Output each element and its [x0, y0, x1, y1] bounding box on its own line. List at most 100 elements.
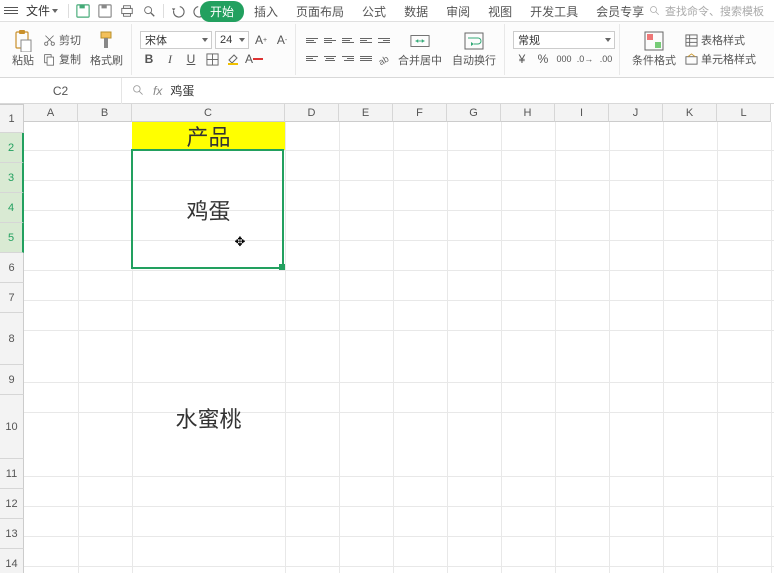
- column-header-k[interactable]: K: [663, 104, 717, 122]
- paste-button[interactable]: 粘贴: [8, 29, 38, 70]
- tab-formula[interactable]: 公式: [354, 0, 394, 23]
- number-format-select[interactable]: 常规: [513, 31, 615, 49]
- align-bottom-icon[interactable]: [340, 33, 356, 49]
- font-name-select[interactable]: 宋体: [140, 31, 212, 49]
- save-icon[interactable]: [73, 2, 93, 20]
- column-header-e[interactable]: E: [339, 104, 393, 122]
- ribbon-group-number: 常规 ¥ % 000 .0→ .00: [509, 24, 620, 75]
- cut-button[interactable]: 剪切: [40, 31, 84, 49]
- tab-member[interactable]: 会员专享: [588, 0, 652, 23]
- ribbon-group-font: 宋体 24 A+ A- B I U A: [136, 24, 296, 75]
- hamburger-icon[interactable]: [4, 4, 18, 18]
- border-button[interactable]: [203, 50, 221, 68]
- row-header-6[interactable]: 6: [0, 253, 24, 283]
- align-top-icon[interactable]: [304, 33, 320, 49]
- tab-start[interactable]: 开始: [200, 1, 244, 22]
- column-header-l[interactable]: L: [717, 104, 771, 122]
- align-right-icon[interactable]: [340, 51, 356, 67]
- column-header-i[interactable]: I: [555, 104, 609, 122]
- underline-button[interactable]: U: [182, 50, 200, 68]
- table-icon: [685, 34, 698, 47]
- italic-button[interactable]: I: [161, 50, 179, 68]
- formula-value[interactable]: 鸡蛋: [170, 82, 194, 99]
- column-header-g[interactable]: G: [447, 104, 501, 122]
- ribbon-group-clipboard: 粘贴 剪切 复制 格式刷: [4, 24, 132, 75]
- align-left-icon[interactable]: [304, 51, 320, 67]
- cells-area[interactable]: 产品 鸡蛋 水蜜桃 ✥: [24, 122, 774, 573]
- row-header-14[interactable]: 14: [0, 549, 24, 573]
- svg-text:ab: ab: [378, 53, 390, 64]
- decrease-font-icon[interactable]: A-: [273, 31, 291, 49]
- brush-icon: [97, 31, 117, 51]
- fill-handle[interactable]: [279, 264, 285, 270]
- increase-font-icon[interactable]: A+: [252, 31, 270, 49]
- cell-c8-c11-merged[interactable]: 水蜜桃: [132, 330, 285, 506]
- justify-icon[interactable]: [358, 51, 374, 67]
- name-box[interactable]: C2: [0, 78, 122, 104]
- row-header-4[interactable]: 4: [0, 193, 24, 223]
- indent-increase-icon[interactable]: [376, 33, 392, 49]
- row-header-3[interactable]: 3: [0, 163, 24, 193]
- wrap-text-button[interactable]: 自动换行: [448, 29, 500, 70]
- file-menu[interactable]: 文件: [20, 2, 64, 19]
- spreadsheet-grid[interactable]: 1234567891011121314 ABCDEFGHIJKL 产品 鸡蛋 水…: [0, 104, 774, 573]
- column-header-a[interactable]: A: [24, 104, 78, 122]
- format-painter-button[interactable]: 格式刷: [86, 29, 127, 70]
- fx-label[interactable]: fx: [153, 84, 162, 98]
- table-style-button[interactable]: 表格样式: [682, 31, 759, 49]
- copy-icon: [43, 53, 56, 66]
- row-header-11[interactable]: 11: [0, 459, 24, 489]
- row-header-12[interactable]: 12: [0, 489, 24, 519]
- row-header-2[interactable]: 2: [0, 133, 24, 163]
- column-header-h[interactable]: H: [501, 104, 555, 122]
- merge-icon: [410, 31, 430, 51]
- row-header-1[interactable]: 1: [0, 105, 24, 133]
- row-header-7[interactable]: 7: [0, 283, 24, 313]
- copy-button[interactable]: 复制: [40, 50, 84, 68]
- conditional-format-button[interactable]: 条件格式: [628, 29, 680, 70]
- number-format-value: 常规: [518, 32, 540, 48]
- row-header-5[interactable]: 5: [0, 223, 24, 253]
- font-size-select[interactable]: 24: [215, 31, 249, 49]
- search-icon: [649, 5, 661, 17]
- align-middle-icon[interactable]: [322, 33, 338, 49]
- orientation-icon[interactable]: ab: [376, 51, 392, 67]
- tab-dev[interactable]: 开发工具: [522, 0, 586, 23]
- tab-layout[interactable]: 页面布局: [288, 0, 352, 23]
- row-header-10[interactable]: 10: [0, 395, 24, 459]
- font-color-button[interactable]: A: [245, 50, 263, 68]
- tab-view[interactable]: 视图: [480, 0, 520, 23]
- thousands-icon[interactable]: 000: [555, 50, 573, 68]
- merge-center-button[interactable]: 合并居中: [394, 29, 446, 70]
- tab-review[interactable]: 审阅: [438, 0, 478, 23]
- column-header-f[interactable]: F: [393, 104, 447, 122]
- print-preview-icon[interactable]: [139, 2, 159, 20]
- search-box[interactable]: 查找命令、搜索模板: [649, 3, 764, 19]
- row-header-8[interactable]: 8: [0, 313, 24, 365]
- undo-icon[interactable]: [168, 2, 188, 20]
- decrease-decimal-icon[interactable]: .00: [597, 50, 615, 68]
- tab-data[interactable]: 数据: [396, 0, 436, 23]
- increase-decimal-icon[interactable]: .0→: [576, 50, 594, 68]
- currency-icon[interactable]: ¥: [513, 50, 531, 68]
- tab-insert[interactable]: 插入: [246, 0, 286, 23]
- cell-c1[interactable]: 产品: [132, 122, 285, 150]
- cell-style-button[interactable]: 单元格样式: [682, 50, 759, 68]
- indent-decrease-icon[interactable]: [358, 33, 374, 49]
- name-box-value: C2: [53, 84, 68, 98]
- table-style-label: 表格样式: [701, 32, 745, 48]
- align-center-icon[interactable]: [322, 51, 338, 67]
- column-header-j[interactable]: J: [609, 104, 663, 122]
- select-all-corner[interactable]: [0, 104, 24, 105]
- expand-icon[interactable]: [132, 84, 145, 97]
- column-header-b[interactable]: B: [78, 104, 132, 122]
- row-header-9[interactable]: 9: [0, 365, 24, 395]
- cond-format-icon: [644, 31, 664, 51]
- bold-button[interactable]: B: [140, 50, 158, 68]
- fill-color-button[interactable]: [224, 50, 242, 68]
- save-as-icon[interactable]: [95, 2, 115, 20]
- row-header-13[interactable]: 13: [0, 519, 24, 549]
- column-header-d[interactable]: D: [285, 104, 339, 122]
- percent-icon[interactable]: %: [534, 50, 552, 68]
- print-icon[interactable]: [117, 2, 137, 20]
